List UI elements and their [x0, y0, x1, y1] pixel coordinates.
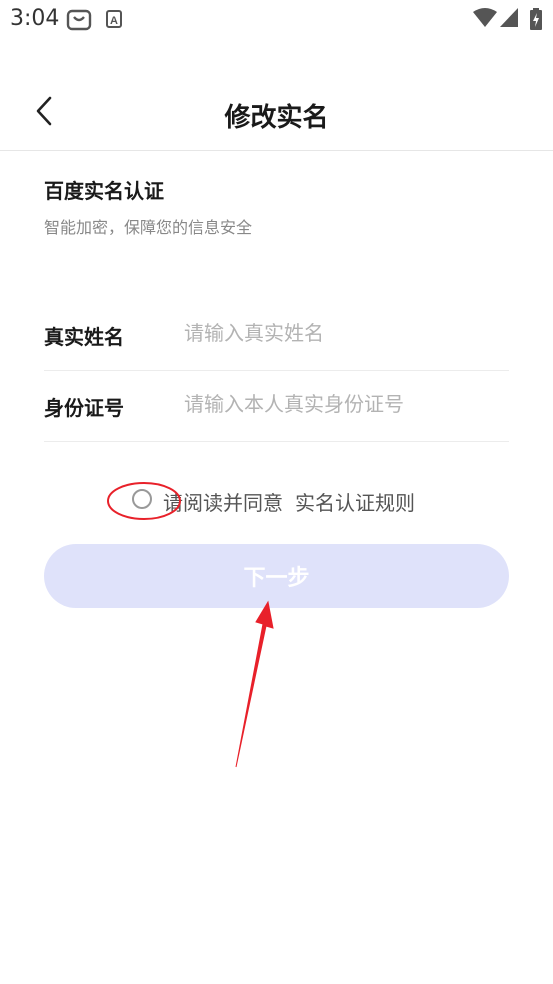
agreement-radio[interactable]: [132, 489, 152, 509]
section-subtitle: 智能加密，保障您的信息安全: [44, 218, 253, 237]
page-title: 修改实名: [224, 103, 329, 133]
id-number-row: 身份证号: [44, 370, 509, 442]
shop-bag-icon: [66, 8, 92, 36]
a-letter-icon: A: [106, 10, 122, 32]
nav-bar: 修改实名: [0, 80, 553, 151]
agreement-rules-link[interactable]: 实名认证规则: [295, 487, 415, 516]
name-label: 真实姓名: [44, 325, 124, 349]
agreement-row: 请阅读并同意 实名认证规则: [0, 483, 553, 517]
battery-icon: [530, 8, 542, 34]
status-bar: 3:04 A: [0, 0, 553, 40]
annotation-arrow: [235, 600, 274, 768]
signal-icon: [500, 8, 518, 32]
wifi-icon: [473, 8, 497, 32]
svg-text:A: A: [110, 15, 118, 27]
agreement-text: 请阅读并同意: [163, 491, 283, 515]
id-number-label: 身份证号: [44, 396, 124, 420]
status-time: 3:04: [10, 6, 60, 31]
section-title: 百度实名认证: [44, 179, 164, 203]
name-input[interactable]: [184, 313, 504, 353]
id-number-input[interactable]: [184, 384, 504, 424]
name-row: 真实姓名: [44, 299, 509, 371]
next-step-button[interactable]: 下一步: [44, 544, 509, 608]
